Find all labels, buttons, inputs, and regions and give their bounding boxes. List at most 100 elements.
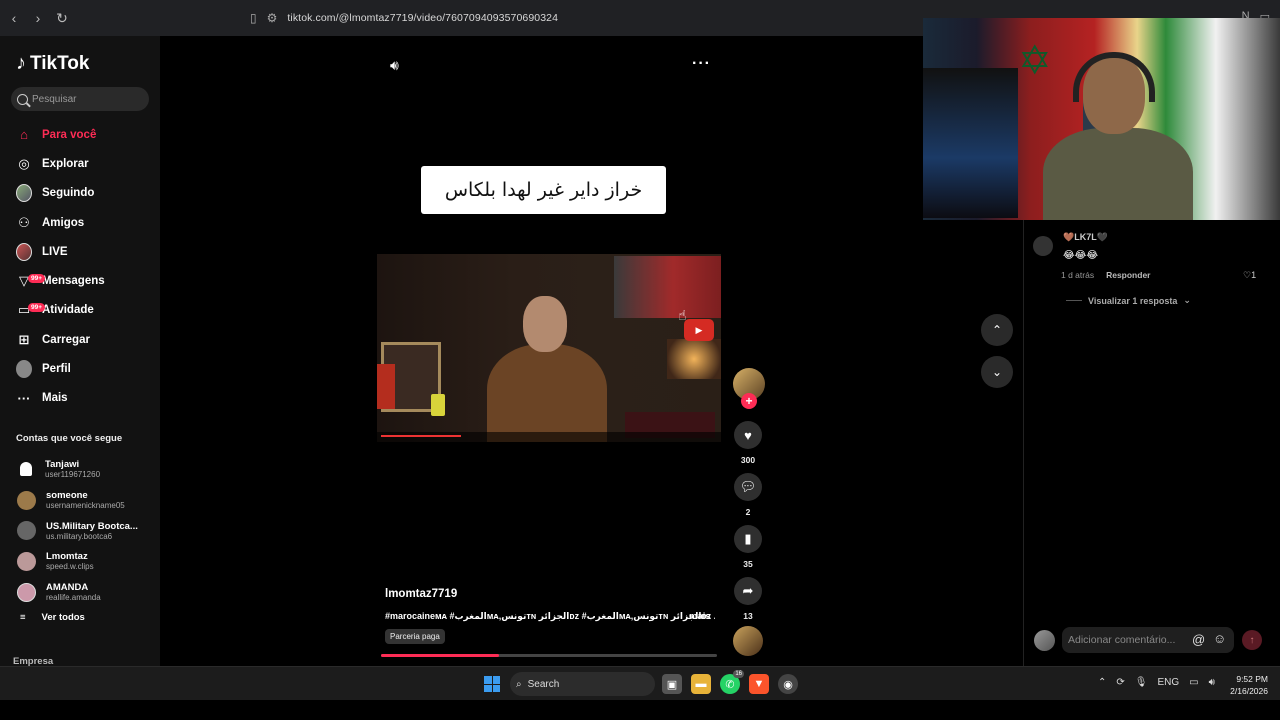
network-icon[interactable]: ▭: [1189, 677, 1198, 688]
following-section-title: Contas que você segue: [16, 433, 123, 444]
nav-label: Amigos: [42, 216, 85, 229]
view-replies-button[interactable]: Visualizar 1 resposta ⌄: [1066, 295, 1191, 306]
search-icon: ⌕: [516, 678, 522, 690]
brave-browser-icon[interactable]: ▼: [749, 674, 769, 694]
bookmark-icon: ▮: [744, 531, 752, 546]
following-name: US.Military Bootca...: [46, 520, 138, 532]
commenter-name[interactable]: 🤎LK7L🖤: [1063, 232, 1108, 243]
taskbar-search[interactable]: ⌕ Search: [510, 672, 655, 696]
sidebar: ♪ TikTok Pesquisar ⌂ Para você ◎ Explora…: [0, 36, 160, 667]
more-description-link[interactable]: mais: [689, 611, 711, 622]
nav-live[interactable]: LIVE: [0, 237, 160, 266]
lamp-graphic: [667, 339, 721, 379]
next-video-button[interactable]: ⌄: [981, 356, 1013, 388]
heart-icon: ♥: [744, 427, 752, 443]
video-player[interactable]: ▶: [377, 254, 721, 442]
microphone-icon[interactable]: 🎙︎: [1135, 677, 1148, 688]
save-count: 35: [743, 559, 753, 569]
video-author[interactable]: lmomtaz7719: [385, 588, 457, 600]
nav-mensagens[interactable]: ▽ 99+ Mensagens: [0, 266, 160, 295]
reply-button[interactable]: Responder: [1106, 270, 1150, 280]
file-explorer-icon[interactable]: ▬: [691, 674, 711, 694]
following-item[interactable]: Tanjawi user119671260: [0, 454, 160, 485]
video-caption-overlay: خراز داير غير لهدا بلكاس: [421, 166, 666, 214]
whatsapp-icon[interactable]: ✆ 16: [720, 670, 744, 694]
save-button[interactable]: ▮: [734, 525, 762, 553]
music-disc-avatar[interactable]: [733, 626, 763, 656]
nav-explorar[interactable]: ◎ Explorar: [0, 149, 160, 178]
avatar: [20, 462, 32, 477]
emoji-icon[interactable]: ☺: [1213, 631, 1226, 646]
commenter-avatar[interactable]: [1033, 236, 1053, 256]
clock-time: 9:52 PM: [1236, 674, 1268, 684]
comment-icon: 💬︎: [739, 479, 757, 494]
reload-icon[interactable]: ↻: [52, 8, 72, 28]
nav-label: Carregar: [42, 333, 90, 346]
see-all-following[interactable]: ≡ Ver todos: [20, 612, 85, 623]
share-button[interactable]: ➦: [734, 577, 762, 605]
like-button[interactable]: ♥: [734, 421, 762, 449]
mention-icon[interactable]: @: [1192, 632, 1205, 647]
search-box[interactable]: Pesquisar: [11, 87, 149, 111]
site-info-icon[interactable]: ⚙: [267, 11, 278, 25]
nav-amigos[interactable]: ⚇ Amigos: [0, 208, 160, 237]
avatar: [17, 521, 36, 541]
following-name: Tanjawi: [45, 459, 80, 471]
search-icon: [17, 93, 28, 105]
following-item[interactable]: AMANDA reallife.amanda: [0, 577, 160, 608]
sync-icon[interactable]: ⟳: [1116, 677, 1124, 688]
following-handle: speed.w.clips: [46, 562, 94, 572]
speaker-icon[interactable]: 🔊︎: [1209, 677, 1215, 688]
comment-like-button[interactable]: ♡1: [1243, 270, 1256, 281]
nav-perfil[interactable]: Perfil: [0, 354, 160, 383]
nav-atividade[interactable]: ▭ 99+ Atividade: [0, 296, 160, 325]
search-placeholder[interactable]: Pesquisar: [32, 94, 76, 105]
send-icon[interactable]: ↑: [1242, 630, 1262, 650]
flag-graphic: [377, 364, 395, 409]
windows-taskbar: ⌕ Search ▣ ▬ ✆ 16 ▼ ◉ ⌃ ⟳ 🎙︎ ENG ▭ 🔊︎ 9:5…: [0, 666, 1280, 700]
main-nav: ⌂ Para você ◎ Explorar Seguindo ⚇ Amigos…: [0, 120, 160, 413]
language-indicator[interactable]: ENG: [1157, 677, 1179, 688]
obs-icon[interactable]: ◉: [778, 674, 798, 694]
following-item[interactable]: US.Military Bootca... us.military.bootca6: [0, 515, 160, 546]
bookmark-icon[interactable]: ▯: [250, 11, 257, 25]
messages-icon: ▽ 99+: [16, 273, 46, 289]
nav-para-voce[interactable]: ⌂ Para você: [0, 120, 160, 149]
video-progress-bar[interactable]: [381, 654, 717, 657]
nav-mais[interactable]: ··· Mais: [0, 384, 160, 413]
see-all-label: Ver todos: [41, 612, 85, 623]
gaming-pc-graphic: [923, 68, 1018, 218]
activity-badge: 99+: [28, 303, 46, 313]
volume-icon[interactable]: 🔊︎: [390, 57, 399, 74]
webcam-overlay: ✡: [923, 18, 1280, 220]
chevron-down-icon: ⌄: [991, 365, 1003, 379]
comment-text: 😂😂😂: [1063, 250, 1099, 261]
comment-button[interactable]: 💬︎: [734, 473, 762, 501]
url-text[interactable]: tiktok.com/@lmomtaz7719/video/7607094093…: [287, 12, 558, 24]
back-icon[interactable]: ‹: [4, 8, 24, 28]
nav-label: Mensagens: [42, 275, 105, 288]
windows-start-icon[interactable]: [484, 676, 500, 692]
nav-label: Atividade: [42, 304, 94, 317]
following-item[interactable]: someone usernamenickname05: [0, 485, 160, 516]
tiktok-logo[interactable]: ♪ TikTok: [16, 52, 89, 75]
forward-icon[interactable]: ›: [28, 8, 48, 28]
share-count: 13: [743, 611, 753, 621]
taskbar-clock[interactable]: 9:52 PM 2/16/2026: [1230, 673, 1268, 697]
task-view-icon[interactable]: ▣: [662, 674, 682, 694]
nav-carregar[interactable]: ⊞ Carregar: [0, 325, 160, 354]
follow-plus-icon[interactable]: +: [741, 393, 757, 409]
previous-video-button[interactable]: ⌃: [981, 314, 1013, 346]
chevron-up-icon: ⌃: [991, 323, 1003, 337]
nav-seguindo[interactable]: Seguindo: [0, 179, 160, 208]
address-bar[interactable]: ▯ ⚙ tiktok.com/@lmomtaz7719/video/760709…: [250, 6, 930, 30]
following-avatar-icon: [16, 184, 32, 203]
embedded-progress: [381, 435, 461, 437]
chevron-up-icon[interactable]: ⌃: [1098, 677, 1106, 688]
video-progress-fill: [381, 654, 499, 657]
comment-input[interactable]: [1062, 627, 1234, 653]
system-tray: ⌃ ⟳ 🎙︎ ENG ▭ 🔊︎: [1098, 677, 1215, 688]
following-item[interactable]: Lmomtaz speed.w.clips: [0, 546, 160, 577]
following-handle: us.military.bootca6: [46, 531, 113, 541]
more-options-icon[interactable]: ···: [692, 55, 711, 73]
